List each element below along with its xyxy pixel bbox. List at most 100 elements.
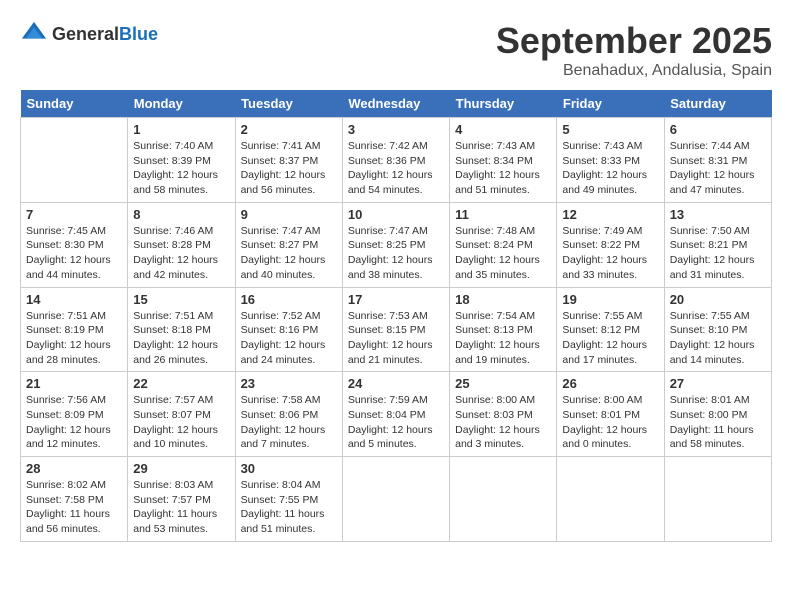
day-info: Sunrise: 7:57 AM Sunset: 8:07 PM Dayligh…	[133, 393, 229, 452]
day-number: 24	[348, 376, 444, 391]
day-number: 30	[241, 461, 337, 476]
day-number: 19	[562, 292, 658, 307]
day-number: 7	[26, 207, 122, 222]
calendar-week-2: 7Sunrise: 7:45 AM Sunset: 8:30 PM Daylig…	[21, 202, 772, 287]
logo: GeneralBlue	[20, 20, 158, 48]
day-info: Sunrise: 7:51 AM Sunset: 8:19 PM Dayligh…	[26, 309, 122, 368]
day-number: 21	[26, 376, 122, 391]
calendar-cell: 29 Sunrise: 8:03 AM Sunset: 7:57 PM Dayli…	[128, 457, 235, 542]
day-number: 29	[133, 461, 229, 476]
day-info: Sunrise: 7:54 AM Sunset: 8:13 PM Dayligh…	[455, 309, 551, 368]
day-info: Sunrise: 7:50 AM Sunset: 8:21 PM Dayligh…	[670, 224, 766, 283]
calendar-cell: 28 Sunrise: 8:02 AM Sunset: 7:58 PM Dayli…	[21, 457, 128, 542]
day-info: Sunrise: 7:44 AM Sunset: 8:31 PM Dayligh…	[670, 139, 766, 198]
header-sunday: Sunday	[21, 90, 128, 118]
day-info: Sunrise: 7:56 AM Sunset: 8:09 PM Dayligh…	[26, 393, 122, 452]
day-number: 14	[26, 292, 122, 307]
calendar-week-4: 21 Sunrise: 7:56 AM Sunset: 8:09 PM Dayli…	[21, 372, 772, 457]
calendar-cell: 23 Sunrise: 7:58 AM Sunset: 8:06 PM Dayli…	[235, 372, 342, 457]
calendar-cell: 14 Sunrise: 7:51 AM Sunset: 8:19 PM Dayli…	[21, 287, 128, 372]
calendar-cell: 2 Sunrise: 7:41 AM Sunset: 8:37 PM Daylig…	[235, 118, 342, 203]
calendar-cell: 15 Sunrise: 7:51 AM Sunset: 8:18 PM Dayli…	[128, 287, 235, 372]
day-info: Sunrise: 8:01 AM Sunset: 8:00 PM Dayligh…	[670, 393, 766, 452]
day-number: 16	[241, 292, 337, 307]
calendar-cell: 12 Sunrise: 7:49 AM Sunset: 8:22 PM Dayli…	[557, 202, 664, 287]
day-number: 25	[455, 376, 551, 391]
calendar-week-3: 14 Sunrise: 7:51 AM Sunset: 8:19 PM Dayli…	[21, 287, 772, 372]
header-saturday: Saturday	[664, 90, 771, 118]
calendar-cell: 26Sunrise: 8:00 AM Sunset: 8:01 PM Dayli…	[557, 372, 664, 457]
calendar-cell: 17Sunrise: 7:53 AM Sunset: 8:15 PM Dayli…	[342, 287, 449, 372]
day-number: 6	[670, 122, 766, 137]
calendar-cell: 18 Sunrise: 7:54 AM Sunset: 8:13 PM Dayli…	[450, 287, 557, 372]
calendar-cell	[557, 457, 664, 542]
logo-blue: Blue	[119, 24, 158, 44]
day-number: 18	[455, 292, 551, 307]
day-info: Sunrise: 7:55 AM Sunset: 8:12 PM Dayligh…	[562, 309, 658, 368]
day-info: Sunrise: 7:49 AM Sunset: 8:22 PM Dayligh…	[562, 224, 658, 283]
day-number: 27	[670, 376, 766, 391]
day-info: Sunrise: 8:03 AM Sunset: 7:57 PM Dayligh…	[133, 478, 229, 537]
calendar-cell: 22 Sunrise: 7:57 AM Sunset: 8:07 PM Dayli…	[128, 372, 235, 457]
day-info: Sunrise: 7:59 AM Sunset: 8:04 PM Dayligh…	[348, 393, 444, 452]
day-info: Sunrise: 7:53 AM Sunset: 8:15 PM Dayligh…	[348, 309, 444, 368]
day-number: 3	[348, 122, 444, 137]
calendar-cell: 24 Sunrise: 7:59 AM Sunset: 8:04 PM Dayli…	[342, 372, 449, 457]
day-number: 10	[348, 207, 444, 222]
header-tuesday: Tuesday	[235, 90, 342, 118]
calendar-cell: 19 Sunrise: 7:55 AM Sunset: 8:12 PM Dayli…	[557, 287, 664, 372]
calendar-cell: 1Sunrise: 7:40 AM Sunset: 8:39 PM Daylig…	[128, 118, 235, 203]
day-info: Sunrise: 7:43 AM Sunset: 8:34 PM Dayligh…	[455, 139, 551, 198]
calendar-header-row: SundayMondayTuesdayWednesdayThursdayFrid…	[21, 90, 772, 118]
day-info: Sunrise: 7:47 AM Sunset: 8:25 PM Dayligh…	[348, 224, 444, 283]
day-info: Sunrise: 7:40 AM Sunset: 8:39 PM Dayligh…	[133, 139, 229, 198]
location-title: Benahadux, Andalusia, Spain	[496, 62, 772, 80]
logo-icon	[20, 20, 48, 48]
header-wednesday: Wednesday	[342, 90, 449, 118]
calendar-cell: 6 Sunrise: 7:44 AM Sunset: 8:31 PM Daylig…	[664, 118, 771, 203]
calendar-cell: 10 Sunrise: 7:47 AM Sunset: 8:25 PM Dayli…	[342, 202, 449, 287]
day-info: Sunrise: 7:47 AM Sunset: 8:27 PM Dayligh…	[241, 224, 337, 283]
header-thursday: Thursday	[450, 90, 557, 118]
logo-text: GeneralBlue	[52, 24, 158, 45]
day-number: 2	[241, 122, 337, 137]
day-info: Sunrise: 7:42 AM Sunset: 8:36 PM Dayligh…	[348, 139, 444, 198]
calendar-week-1: 1Sunrise: 7:40 AM Sunset: 8:39 PM Daylig…	[21, 118, 772, 203]
day-number: 15	[133, 292, 229, 307]
calendar-cell: 25 Sunrise: 8:00 AM Sunset: 8:03 PM Dayli…	[450, 372, 557, 457]
day-info: Sunrise: 7:41 AM Sunset: 8:37 PM Dayligh…	[241, 139, 337, 198]
day-info: Sunrise: 7:51 AM Sunset: 8:18 PM Dayligh…	[133, 309, 229, 368]
calendar-cell: 13Sunrise: 7:50 AM Sunset: 8:21 PM Dayli…	[664, 202, 771, 287]
day-number: 22	[133, 376, 229, 391]
day-number: 5	[562, 122, 658, 137]
day-info: Sunrise: 8:02 AM Sunset: 7:58 PM Dayligh…	[26, 478, 122, 537]
month-title: September 2025	[496, 20, 772, 62]
day-number: 12	[562, 207, 658, 222]
calendar-cell: 11Sunrise: 7:48 AM Sunset: 8:24 PM Dayli…	[450, 202, 557, 287]
calendar-cell: 16 Sunrise: 7:52 AM Sunset: 8:16 PM Dayli…	[235, 287, 342, 372]
calendar-cell: 3 Sunrise: 7:42 AM Sunset: 8:36 PM Daylig…	[342, 118, 449, 203]
day-info: Sunrise: 7:46 AM Sunset: 8:28 PM Dayligh…	[133, 224, 229, 283]
day-info: Sunrise: 7:52 AM Sunset: 8:16 PM Dayligh…	[241, 309, 337, 368]
day-info: Sunrise: 7:58 AM Sunset: 8:06 PM Dayligh…	[241, 393, 337, 452]
day-number: 26	[562, 376, 658, 391]
day-number: 8	[133, 207, 229, 222]
calendar-cell: 27 Sunrise: 8:01 AM Sunset: 8:00 PM Dayli…	[664, 372, 771, 457]
calendar-cell	[342, 457, 449, 542]
day-info: Sunrise: 8:00 AM Sunset: 8:03 PM Dayligh…	[455, 393, 551, 452]
day-number: 20	[670, 292, 766, 307]
calendar-cell: 8 Sunrise: 7:46 AM Sunset: 8:28 PM Daylig…	[128, 202, 235, 287]
logo-general: General	[52, 24, 119, 44]
day-number: 11	[455, 207, 551, 222]
day-number: 4	[455, 122, 551, 137]
calendar-cell: 9Sunrise: 7:47 AM Sunset: 8:27 PM Daylig…	[235, 202, 342, 287]
day-info: Sunrise: 7:55 AM Sunset: 8:10 PM Dayligh…	[670, 309, 766, 368]
title-area: September 2025 Benahadux, Andalusia, Spa…	[496, 20, 772, 80]
calendar-cell	[664, 457, 771, 542]
header-monday: Monday	[128, 90, 235, 118]
day-number: 23	[241, 376, 337, 391]
day-info: Sunrise: 7:43 AM Sunset: 8:33 PM Dayligh…	[562, 139, 658, 198]
calendar-cell	[450, 457, 557, 542]
day-number: 28	[26, 461, 122, 476]
calendar-cell: 30Sunrise: 8:04 AM Sunset: 7:55 PM Dayli…	[235, 457, 342, 542]
